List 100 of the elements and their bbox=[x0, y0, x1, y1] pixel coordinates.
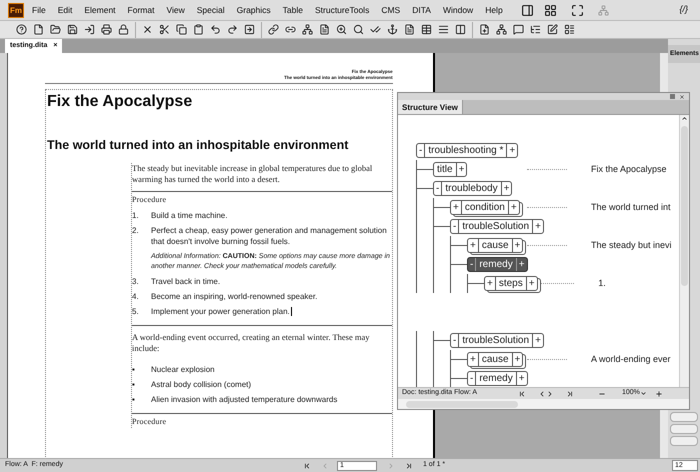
list-marker: ▪ bbox=[132, 378, 136, 390]
list-marker: 5. bbox=[132, 306, 140, 317]
element-node[interactable]: - troublebody + bbox=[433, 181, 512, 196]
element-node[interactable]: + condition + bbox=[450, 200, 520, 215]
lines-icon[interactable] bbox=[438, 24, 449, 35]
menu-item[interactable]: Help bbox=[485, 4, 503, 16]
paragraph: A world-ending event occurred, creating an eternal winter. These may include: bbox=[132, 332, 371, 355]
menu-item[interactable]: View bbox=[166, 4, 185, 16]
preview-text: The steady but inevi bbox=[591, 238, 673, 252]
menu-item[interactable]: File bbox=[32, 4, 46, 16]
section-label: Procedure bbox=[132, 416, 168, 428]
caret-icon[interactable] bbox=[640, 390, 647, 397]
previous-icon[interactable] bbox=[538, 390, 546, 398]
first-icon[interactable] bbox=[518, 390, 526, 398]
arrow-box-icon[interactable] bbox=[244, 24, 255, 35]
list-item-text: Alien invasion with adjusted temperature downwards bbox=[151, 394, 338, 405]
code-view-label[interactable]: {/} bbox=[679, 3, 688, 17]
menu-item[interactable]: Window bbox=[442, 4, 474, 16]
scroll-up-icon[interactable] bbox=[681, 115, 688, 122]
list-marker: ▪ bbox=[132, 364, 136, 375]
element-node[interactable]: - remedy + bbox=[467, 257, 528, 272]
folder-icon[interactable] bbox=[50, 24, 61, 35]
text-cursor bbox=[290, 307, 292, 316]
leader-line bbox=[527, 359, 567, 360]
leader-line bbox=[527, 245, 567, 246]
menu-item[interactable]: Element bbox=[84, 4, 116, 16]
list-item-text: Perfect a cheap, easy power generation and management solution that doesn't involve burning fossil fuels. bbox=[151, 224, 388, 247]
menu-item[interactable]: Format bbox=[128, 4, 154, 16]
next-icon[interactable] bbox=[546, 390, 554, 398]
page-icon[interactable] bbox=[319, 24, 330, 35]
print-icon[interactable] bbox=[101, 24, 112, 35]
zoom-icon[interactable] bbox=[336, 24, 347, 35]
help-icon[interactable] bbox=[16, 24, 27, 35]
horizontal-scrollbar[interactable] bbox=[398, 399, 689, 409]
menu-item[interactable]: Edit bbox=[58, 4, 72, 16]
paste-icon[interactable] bbox=[193, 24, 204, 35]
menu-item[interactable]: Graphics bbox=[236, 4, 271, 16]
tree-icon[interactable] bbox=[530, 24, 541, 35]
section-label: Procedure bbox=[132, 194, 168, 206]
section-title: The world turned into an inhospitable environment bbox=[46, 137, 350, 154]
vertical-scrollbar[interactable] bbox=[679, 115, 689, 387]
link-icon[interactable] bbox=[285, 24, 296, 35]
lock-icon[interactable] bbox=[118, 24, 129, 35]
element-node[interactable]: - troubleSolution + bbox=[450, 333, 544, 348]
anchor-icon[interactable] bbox=[387, 24, 398, 35]
zoom-in-icon[interactable] bbox=[654, 390, 663, 398]
list-item-text: Implement your power generation plan. bbox=[151, 306, 292, 317]
table-icon[interactable] bbox=[421, 24, 432, 35]
cut-icon[interactable] bbox=[159, 24, 170, 35]
topic-title: Fix the Apocalypse bbox=[46, 92, 194, 112]
menu-item[interactable]: Table bbox=[282, 4, 303, 16]
menu-item[interactable]: Special bbox=[196, 4, 225, 16]
app-logo[interactable]: Fm bbox=[8, 2, 24, 18]
comment-icon[interactable] bbox=[513, 24, 524, 35]
list-item-text: Become an inspiring, world-renowned speaker. bbox=[151, 290, 318, 302]
add-file-icon[interactable] bbox=[479, 24, 490, 35]
document-icon[interactable] bbox=[404, 24, 415, 35]
save-icon[interactable] bbox=[67, 24, 78, 35]
last-page-icon[interactable] bbox=[404, 462, 413, 470]
panel-tab[interactable]: Structure View bbox=[398, 100, 463, 114]
maximize-icon[interactable] bbox=[570, 4, 584, 16]
element-node[interactable]: - troubleshooting * + bbox=[416, 143, 518, 158]
undo-icon[interactable] bbox=[210, 24, 221, 35]
list-item-text: Astral body collision (comet) bbox=[151, 378, 252, 390]
paragraph: The steady but inevitable increase in global temperatures due to global warming has turned the world into a desert. bbox=[132, 162, 374, 186]
search-icon[interactable] bbox=[353, 24, 364, 35]
close-icon[interactable] bbox=[679, 94, 685, 100]
import-icon[interactable] bbox=[84, 24, 95, 35]
element-node[interactable]: + steps + bbox=[484, 276, 538, 291]
element-node[interactable]: - troubleSolution + bbox=[450, 219, 544, 234]
last-icon[interactable] bbox=[566, 390, 574, 398]
first-page-icon[interactable] bbox=[302, 462, 311, 470]
chain-icon[interactable] bbox=[268, 24, 279, 35]
element-node[interactable]: - remedy + bbox=[467, 371, 528, 386]
list-item-text: Travel back in time. bbox=[151, 276, 220, 287]
layout-icon[interactable] bbox=[544, 4, 557, 16]
preview-text: The world turned int bbox=[591, 200, 672, 214]
nodes-icon[interactable] bbox=[302, 24, 313, 35]
spellcheck-icon[interactable] bbox=[370, 24, 381, 35]
list-marker: 3. bbox=[132, 276, 140, 287]
list-icon[interactable] bbox=[564, 24, 575, 35]
list-marker: 1. bbox=[132, 210, 140, 221]
panel-icon[interactable] bbox=[520, 4, 534, 16]
menu-item[interactable]: StructureTools bbox=[314, 4, 370, 16]
columns-icon[interactable] bbox=[455, 24, 466, 35]
element-node[interactable]: + cause + bbox=[467, 352, 524, 367]
element-node[interactable]: + cause + bbox=[467, 238, 524, 253]
menu-item[interactable]: CMS bbox=[381, 4, 400, 16]
list-item-text: Nuclear explosion bbox=[151, 364, 215, 375]
preview-text: 1. bbox=[598, 276, 607, 290]
copy-icon[interactable] bbox=[176, 24, 187, 35]
hierarchy-icon[interactable] bbox=[496, 24, 507, 35]
edit-icon[interactable] bbox=[547, 24, 558, 35]
nodes-icon[interactable] bbox=[598, 4, 609, 16]
redo-icon[interactable] bbox=[227, 24, 238, 35]
menu-item[interactable]: DITA bbox=[412, 4, 431, 16]
element-node[interactable]: title + bbox=[433, 162, 468, 177]
list-marker: 4. bbox=[132, 290, 140, 302]
delete-icon[interactable] bbox=[142, 24, 153, 35]
new-document-icon[interactable] bbox=[33, 24, 44, 35]
